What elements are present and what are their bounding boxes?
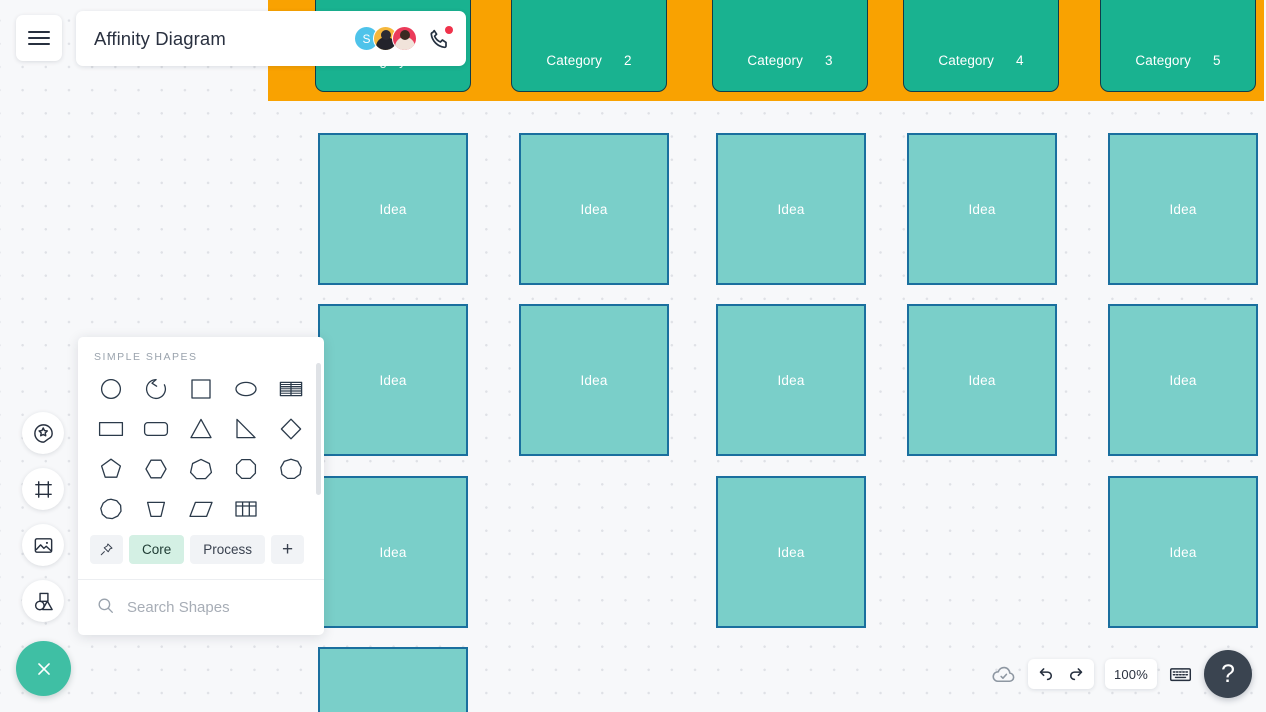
search-icon	[96, 596, 115, 620]
square-shape[interactable]	[178, 369, 223, 409]
category-card[interactable]: Category 2	[511, 0, 667, 92]
zoom-level-label: 100%	[1113, 666, 1148, 682]
nonagon-shape[interactable]	[269, 449, 314, 489]
rectangle-shape[interactable]	[88, 409, 133, 449]
idea-card[interactable]: Idea	[318, 304, 468, 456]
idea-card-label: Idea	[1169, 372, 1197, 388]
triangle-shape[interactable]	[178, 409, 223, 449]
image-icon[interactable]	[22, 524, 64, 566]
shapes-icon[interactable]	[22, 580, 64, 622]
idea-card[interactable]: Idea	[318, 476, 468, 628]
idea-card-label: Idea	[1169, 544, 1197, 560]
undo-redo-group	[1027, 659, 1094, 689]
hamburger-menu-icon[interactable]	[16, 15, 62, 61]
idea-card[interactable]: Idea	[1108, 476, 1258, 628]
idea-card[interactable]: Idea	[519, 133, 669, 285]
cloud-saved-icon[interactable]	[990, 661, 1017, 688]
idea-card[interactable]: Idea	[318, 647, 468, 712]
decagon-shape[interactable]	[88, 489, 133, 529]
category-label: Category	[546, 52, 602, 68]
idea-card[interactable]: Idea	[716, 304, 866, 456]
app-root: Category1Category2Category3Category4Cate…	[0, 0, 1266, 712]
undo-icon[interactable]	[1037, 665, 1056, 684]
idea-card-label: Idea	[777, 544, 805, 560]
hamburger-bars	[28, 27, 50, 49]
phone-call-icon[interactable]	[428, 25, 453, 51]
diamond-shape[interactable]	[269, 409, 314, 449]
category-number: 4	[1015, 52, 1024, 68]
tag-process[interactable]: Process	[190, 535, 266, 564]
idea-card[interactable]: Idea	[907, 133, 1057, 285]
bottom-toolbar: 100% ?	[990, 650, 1252, 698]
avatar[interactable]	[392, 26, 417, 51]
parallelogram-shape[interactable]	[178, 489, 223, 529]
trapezoid-shape[interactable]	[133, 489, 178, 529]
idea-card[interactable]: Idea	[716, 133, 866, 285]
table-grid-shape[interactable]	[224, 489, 269, 529]
arc-shape[interactable]	[133, 369, 178, 409]
circle-shape[interactable]	[88, 369, 133, 409]
idea-card-label: Idea	[580, 372, 608, 388]
document-title-bar: Affinity Diagram S	[76, 11, 466, 66]
add-tag-button[interactable]: +	[271, 535, 305, 564]
search-input[interactable]	[125, 598, 324, 617]
heptagon-shape[interactable]	[178, 449, 223, 489]
idea-card-label: Idea	[379, 372, 407, 388]
category-card[interactable]: Category 5	[1100, 0, 1256, 92]
hexagon-shape[interactable]	[133, 449, 178, 489]
idea-card-label: Idea	[777, 372, 805, 388]
idea-card-label: Idea	[777, 201, 805, 217]
category-label: Category	[747, 52, 803, 68]
idea-card-label: Idea	[379, 201, 407, 217]
idea-card-label: Idea	[1169, 201, 1197, 217]
frame-icon[interactable]	[22, 468, 64, 510]
tool-rail	[22, 412, 64, 622]
tag-core[interactable]: Core	[129, 535, 185, 564]
category-number: 5	[1212, 52, 1221, 68]
idea-card-label: Idea	[968, 372, 996, 388]
pentagon-shape[interactable]	[88, 449, 133, 489]
category-card[interactable]: Category 3	[712, 0, 868, 92]
help-button[interactable]: ?	[1204, 650, 1252, 698]
zoom-control[interactable]: 100%	[1104, 659, 1157, 689]
category-card[interactable]: Category 4	[903, 0, 1059, 92]
idea-card[interactable]: Idea	[716, 476, 866, 628]
category-label: Category	[1135, 52, 1191, 68]
shape-search-row	[78, 580, 324, 635]
idea-card[interactable]: Idea	[907, 304, 1057, 456]
close-panel-button[interactable]	[16, 641, 71, 696]
octagon-shape[interactable]	[224, 449, 269, 489]
table-striped-shape[interactable]	[269, 369, 314, 409]
idea-card-label: Idea	[968, 201, 996, 217]
keyboard-icon[interactable]	[1168, 662, 1193, 687]
idea-card-label: Idea	[379, 544, 407, 560]
pin-icon[interactable]	[90, 535, 123, 564]
shapes-panel: SIMPLE SHAPES Core Process +	[78, 337, 324, 635]
avatar-initial: S	[362, 31, 371, 46]
shapes-section-title: SIMPLE SHAPES	[94, 351, 198, 363]
idea-card-label: Idea	[580, 201, 608, 217]
redo-icon[interactable]	[1066, 665, 1085, 684]
page-title[interactable]: Affinity Diagram	[94, 28, 354, 50]
category-number: 3	[824, 52, 833, 68]
shapes-grid	[78, 363, 324, 529]
idea-card[interactable]: Idea	[519, 304, 669, 456]
category-number: 2	[623, 52, 632, 68]
shapes-panel-scrollbar[interactable]	[316, 363, 321, 495]
ellipse-shape[interactable]	[224, 369, 269, 409]
sticker-star-icon[interactable]	[22, 412, 64, 454]
idea-card[interactable]: Idea	[1108, 304, 1258, 456]
shape-library-tags: Core Process +	[78, 535, 324, 564]
category-label: Category	[938, 52, 994, 68]
collaborator-avatars: S	[354, 26, 417, 51]
rounded-rectangle-shape[interactable]	[133, 409, 178, 449]
idea-card[interactable]: Idea	[318, 133, 468, 285]
idea-card[interactable]: Idea	[1108, 133, 1258, 285]
right-triangle-shape[interactable]	[224, 409, 269, 449]
call-notification-badge	[445, 25, 453, 34]
